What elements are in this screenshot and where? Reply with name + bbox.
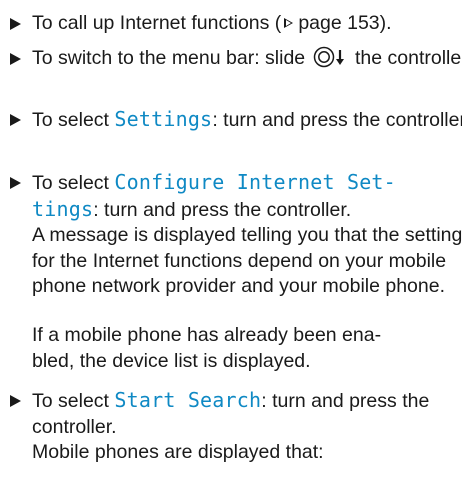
- step-text: To select: [32, 390, 115, 412]
- ui-term-start-search: Start Search: [114, 388, 262, 412]
- step-select-settings: To select Settings: turn and press the c…: [6, 107, 462, 134]
- step-text: To switch to the menu bar: slide: [32, 47, 306, 69]
- bullet-triangle-icon: [10, 177, 21, 189]
- step-text: : turn and press the controller.: [93, 198, 352, 221]
- step-text: the controller.: [354, 47, 462, 69]
- step-text: ).: [379, 12, 392, 34]
- step-switch-menu-bar: To switch to the menu bar: slide the con…: [6, 46, 462, 76]
- result-text: A message is displayed telling you that …: [32, 224, 462, 298]
- bullet-triangle-icon: [10, 53, 21, 65]
- controller-slide-down-icon: [313, 46, 349, 76]
- ui-term-configure-internet-settings: Configure Internet Set-: [114, 170, 396, 194]
- bullet-triangle-icon: [10, 18, 21, 30]
- step-text: : turn and press the controller.: [212, 109, 462, 131]
- step-call-internet: To call up Internet functions ( page 153)…: [6, 11, 462, 37]
- bullet-triangle-icon: [10, 395, 21, 407]
- step-text: To select: [32, 109, 115, 131]
- note-text: bled, the device list is displayed.: [32, 349, 311, 372]
- ui-term-configure-internet-settings: tings: [32, 196, 94, 221]
- ui-term-settings: Settings: [114, 107, 213, 131]
- note-text: If a mobile phone has already been ena-: [32, 324, 382, 346]
- manual-page: To call up Internet functions ( page 153)…: [0, 0, 462, 501]
- device-list-note: If a mobile phone has already been ena-b…: [6, 323, 462, 374]
- bullet-triangle-icon: [10, 114, 21, 126]
- step-start-search: To select Start Search: turn and press t…: [6, 388, 462, 466]
- step-text: To select: [32, 172, 115, 194]
- page-reference: page 153: [298, 12, 380, 34]
- page-ref-arrow-icon: [284, 18, 294, 28]
- step-configure-internet: To select Configure Internet Set-tings: …: [6, 170, 462, 300]
- result-text: Mobile phones are displayed that:: [32, 441, 324, 464]
- step-text: To call up Internet functions (: [32, 12, 282, 34]
